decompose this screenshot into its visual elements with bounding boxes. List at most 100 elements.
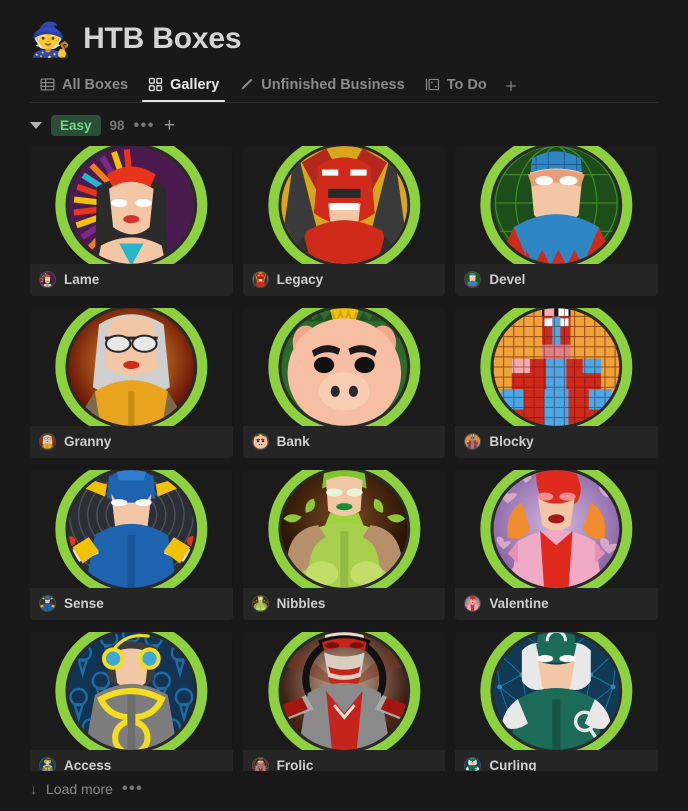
box-avatar-icon [39, 271, 56, 288]
card-footer: Sense [30, 588, 233, 620]
card-footer: Devel [455, 264, 658, 296]
group-header-easy: Easy 98 ••• + [0, 103, 688, 146]
box-avatar-icon [251, 271, 269, 288]
card-footer: Blocky [455, 426, 658, 458]
footer-menu-button[interactable]: ••• [122, 781, 143, 797]
card-footer: Access [30, 750, 233, 771]
card-thumbnail[interactable] [242, 632, 446, 750]
gallery-card[interactable]: Nibbles [242, 470, 446, 620]
group-menu-button[interactable]: ••• [134, 117, 155, 133]
card-footer: Curling [455, 750, 658, 771]
box-avatar-icon [39, 757, 56, 771]
group-count: 98 [109, 118, 125, 133]
gallery-card[interactable]: Access [30, 632, 233, 771]
box-avatar-art [242, 146, 446, 264]
plus-icon [505, 81, 516, 91]
card-footer: Valentine [455, 588, 658, 620]
box-avatar-icon [464, 433, 482, 450]
box-avatar-icon [464, 757, 482, 771]
box-avatar-art [242, 308, 446, 426]
gallery-card[interactable]: Curling [455, 632, 658, 771]
card-title: Blocky [489, 434, 534, 449]
card-title: Granny [64, 434, 112, 449]
box-avatar-art [242, 470, 446, 588]
gallery-card[interactable]: Legacy [242, 146, 446, 296]
title-row: 🧙 HTB Boxes [0, 14, 688, 64]
collapse-caret-icon[interactable] [30, 122, 42, 129]
card-footer: Bank [243, 426, 446, 458]
tab-label: Unfinished Business [261, 76, 405, 93]
box-avatar-icon [251, 595, 269, 612]
gallery-card[interactable]: Blocky [455, 308, 658, 458]
card-title: Nibbles [276, 596, 326, 611]
card-footer: Granny [30, 426, 233, 458]
box-avatar-art [30, 308, 233, 426]
card-title: Frolic [276, 758, 314, 771]
box-avatar-icon [39, 433, 56, 450]
box-avatar-icon [39, 595, 56, 612]
wizard-icon: 🧙 [30, 20, 72, 58]
gallery-scroll-area[interactable]: Lame Legacy Devel Granny Bank Blocky Sen… [0, 146, 688, 771]
gallery-card[interactable]: Frolic [242, 632, 446, 771]
card-thumbnail[interactable] [242, 470, 446, 588]
gallery-card[interactable]: Bank [242, 308, 446, 458]
box-avatar-art [455, 146, 658, 264]
tab-all-boxes[interactable]: All Boxes [30, 76, 138, 102]
board-icon [425, 78, 439, 91]
gallery-footer: ↓ Load more ••• [0, 771, 688, 811]
card-footer: Legacy [243, 264, 446, 296]
card-title: Devel [489, 272, 526, 287]
card-thumbnail[interactable] [455, 308, 658, 426]
card-thumbnail[interactable] [455, 632, 658, 750]
gallery-card[interactable]: Lame [30, 146, 233, 296]
box-avatar-art [242, 632, 446, 750]
card-thumbnail[interactable] [455, 470, 658, 588]
box-avatar-icon [251, 757, 269, 771]
pen-icon [241, 78, 253, 90]
card-title: Valentine [489, 596, 549, 611]
tab-label: To Do [446, 76, 487, 93]
gallery-card[interactable]: Valentine [455, 470, 658, 620]
card-footer: Nibbles [243, 588, 446, 620]
gallery-card[interactable]: Granny [30, 308, 233, 458]
gallery-grid: Lame Legacy Devel Granny Bank Blocky Sen… [30, 146, 658, 771]
gallery-card[interactable]: Sense [30, 470, 233, 620]
box-avatar-art [30, 146, 233, 264]
card-thumbnail[interactable] [242, 308, 446, 426]
card-title: Sense [64, 596, 104, 611]
tab-to-do[interactable]: To Do [415, 76, 497, 102]
load-more-button[interactable]: Load more [46, 781, 113, 797]
card-footer: Frolic [243, 750, 446, 771]
grid-icon [148, 77, 163, 92]
page-title: HTB Boxes [83, 22, 242, 55]
card-title: Lame [64, 272, 100, 287]
app-window: 🧙 HTB Boxes All Boxes Gallery Unfinished… [0, 0, 688, 811]
tab-unfinished-business[interactable]: Unfinished Business [229, 76, 414, 102]
card-thumbnail[interactable] [455, 146, 658, 264]
tab-label: All Boxes [62, 76, 129, 93]
box-avatar-art [30, 470, 233, 588]
card-thumbnail[interactable] [242, 146, 446, 264]
card-title: Access [64, 758, 112, 771]
page-header: 🧙 HTB Boxes All Boxes Gallery Unfinished… [0, 0, 688, 103]
card-thumbnail[interactable] [30, 470, 233, 588]
add-tab-button[interactable] [497, 79, 525, 102]
box-avatar-art [455, 632, 658, 750]
card-thumbnail[interactable] [30, 632, 233, 750]
card-title: Legacy [276, 272, 324, 287]
box-avatar-icon [464, 271, 482, 288]
group-add-button[interactable]: + [164, 116, 175, 135]
box-avatar-art [455, 308, 658, 426]
group-badge-easy[interactable]: Easy [51, 115, 101, 136]
box-avatar-art [30, 632, 233, 750]
card-title: Bank [276, 434, 310, 449]
down-arrow-icon: ↓ [30, 781, 37, 797]
card-title: Curling [489, 758, 537, 771]
gallery-card[interactable]: Devel [455, 146, 658, 296]
card-footer: Lame [30, 264, 233, 296]
card-thumbnail[interactable] [30, 146, 233, 264]
card-thumbnail[interactable] [30, 308, 233, 426]
table-icon [40, 78, 55, 91]
tab-gallery[interactable]: Gallery [138, 76, 229, 102]
tab-label: Gallery [170, 76, 220, 93]
